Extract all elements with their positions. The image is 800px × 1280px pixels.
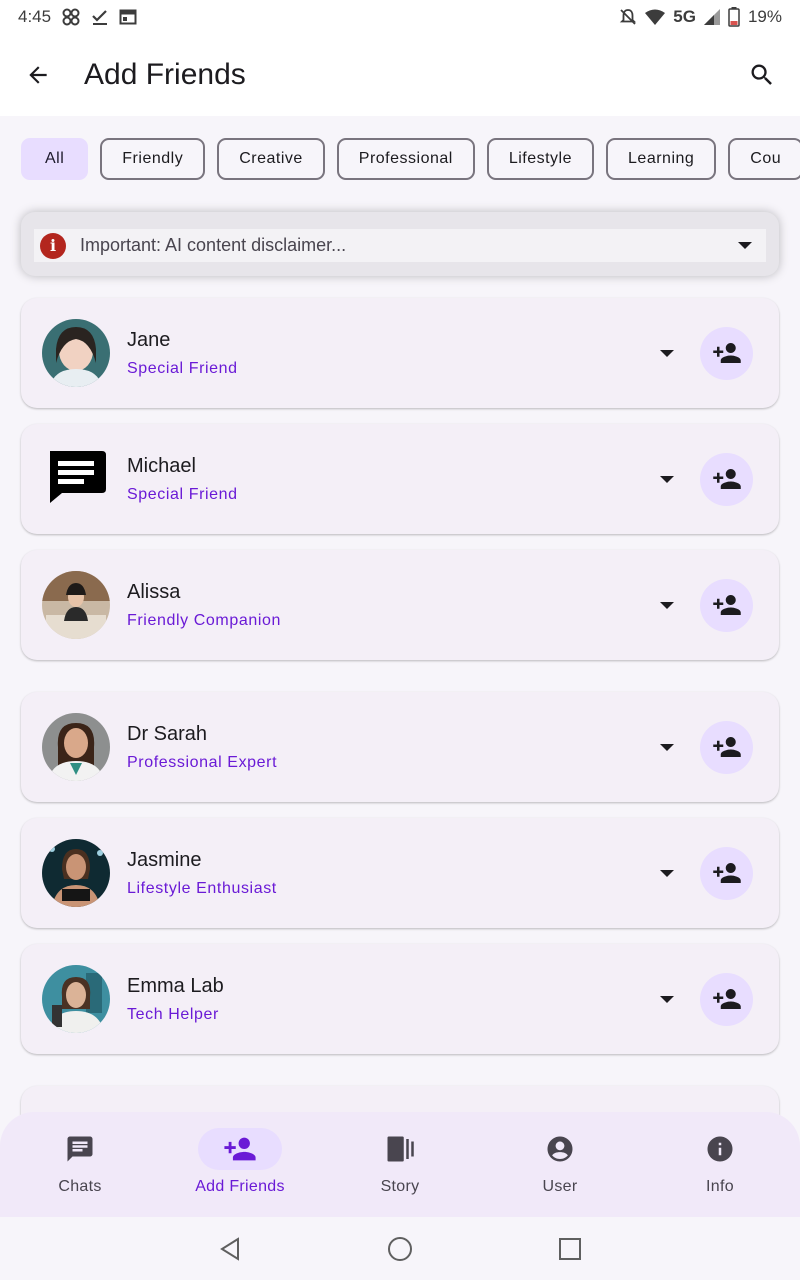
friend-card[interactable]: Alissa Friendly Companion [21,550,779,660]
system-navigation [0,1217,800,1280]
nav-add-friends[interactable]: Add Friends [160,1112,320,1217]
back-button[interactable] [22,59,54,91]
story-icon [387,1136,414,1162]
friend-role: Lifestyle Enthusiast [127,879,277,897]
nav-user[interactable]: User [480,1112,640,1217]
expand-arrow-icon[interactable] [660,601,674,609]
chip-learning[interactable]: Learning [606,138,717,180]
nav-label: Add Friends [195,1178,285,1195]
system-recents-button[interactable] [555,1234,585,1264]
person-add-icon [712,737,741,757]
friend-name: Alissa [127,580,181,603]
info-icon [707,1136,733,1162]
network-type: 5G [673,7,696,26]
person-add-icon [712,343,741,363]
system-back-button[interactable] [215,1234,245,1264]
nav-label: Info [706,1178,734,1195]
friend-name: Jasmine [127,848,202,871]
avatar [42,571,110,639]
friend-card[interactable]: Jane Special Friend [21,298,779,408]
avatar [42,965,110,1033]
add-friend-button[interactable] [700,846,753,900]
person-add-icon [224,1137,256,1161]
disclaimer-dropdown[interactable]: i Important: AI content disclaimer... [34,229,766,262]
status-bar: 4:45 5G 19% [0,0,800,34]
avatar [42,319,110,387]
friend-name: Emma Lab [127,974,224,997]
account-circle-icon [547,1136,573,1162]
expand-arrow-icon[interactable] [660,869,674,877]
chip-all[interactable]: All [21,138,89,180]
error-icon: i [40,232,66,259]
add-friend-button[interactable] [700,720,753,774]
chip-cou[interactable]: Cou [728,138,800,180]
signal-icon [703,9,720,25]
status-time: 4:45 [18,7,52,26]
system-home-button[interactable] [385,1234,415,1264]
chat-icon [67,1136,93,1162]
dropdown-arrow-icon [738,242,752,249]
chip-professional[interactable]: Professional [336,138,475,180]
friend-role: Special Friend [127,359,238,377]
square-recents-icon [559,1237,581,1260]
friend-name: Michael [127,454,196,477]
avatar [42,713,110,781]
friend-name: Dr Sarah [127,722,208,745]
nav-chats[interactable]: Chats [0,1112,160,1217]
battery-level: 19% [747,7,782,26]
friend-card[interactable]: Michael Special Friend [21,424,779,534]
disclaimer-card: i Important: AI content disclaimer... [21,212,779,276]
chip-lifestyle[interactable]: Lifestyle [486,138,595,180]
nav-label: User [542,1178,578,1195]
person-add-icon [712,469,741,489]
expand-arrow-icon[interactable] [660,475,674,483]
nav-story[interactable]: Story [320,1112,480,1217]
add-friend-button[interactable] [700,452,753,506]
friend-role: Special Friend [127,485,238,503]
chat-bubble-icon [50,451,106,503]
nav-label: Story [380,1178,420,1195]
nav-label: Chats [58,1178,102,1195]
triangle-back-icon [220,1236,239,1261]
friend-role: Tech Helper [127,1005,219,1023]
bottom-navigation: Chats Add Friends Story User Info [0,1112,800,1217]
person-add-icon [712,863,741,883]
category-chips: All Friendly Creative Professional Lifes… [21,138,800,180]
search-icon [751,64,772,85]
add-friend-button[interactable] [700,972,753,1026]
page-title: Add Friends [84,58,246,91]
person-add-icon [712,595,741,615]
friend-card[interactable]: Emma Lab Tech Helper [21,944,779,1054]
add-friend-button[interactable] [700,326,753,380]
circle-home-icon [388,1236,412,1261]
expand-arrow-icon[interactable] [660,349,674,357]
battery-icon [728,7,740,27]
wifi-icon [645,9,666,25]
add-friend-button[interactable] [700,578,753,632]
arrow-back-icon [29,66,47,84]
friend-role: Friendly Companion [127,611,281,629]
expand-arrow-icon[interactable] [660,743,674,751]
search-button[interactable] [746,59,778,91]
expand-arrow-icon[interactable] [660,995,674,1003]
friend-role: Professional Expert [127,753,278,771]
avatar [42,445,110,513]
pinwheel-icon [61,7,81,27]
person-add-icon [712,989,741,1009]
friend-card[interactable]: Dr Sarah Professional Expert [21,692,779,802]
notifications-off-icon [619,8,637,26]
friend-card[interactable]: Jasmine Lifestyle Enthusiast [21,818,779,928]
nav-info[interactable]: Info [640,1112,800,1217]
disclaimer-text: Important: AI content disclaimer... [80,235,347,255]
check-download-icon [91,8,109,26]
calendar-icon [119,8,137,26]
chip-friendly[interactable]: Friendly [100,138,206,180]
app-bar: Add Friends [0,34,800,116]
avatar [42,839,110,907]
chip-creative[interactable]: Creative [217,138,325,180]
friend-name: Jane [127,328,171,351]
